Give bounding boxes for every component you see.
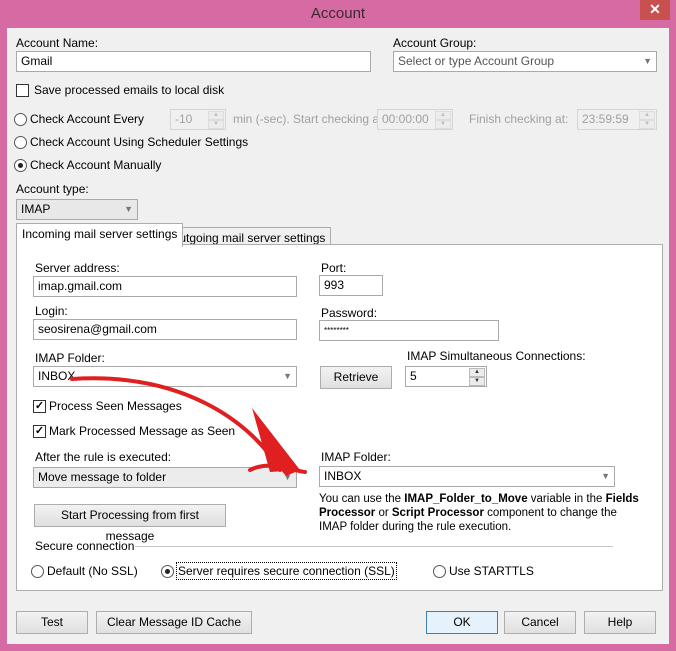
chevron-down-icon[interactable]: ▼ (283, 367, 292, 386)
after-rule-value: Move message to folder (38, 470, 167, 484)
imap-folder-combo[interactable]: INBOX ▼ (33, 366, 297, 387)
cancel-button[interactable]: Cancel (504, 611, 576, 634)
note-text: You can use the (319, 493, 405, 505)
login-label: Login: (35, 304, 68, 318)
account-type-label: Account type: (16, 182, 89, 196)
imap-folder-label: IMAP Folder: (35, 351, 105, 365)
process-seen-label: Process Seen Messages (49, 399, 182, 413)
finish-time-label: Finish checking at: (469, 112, 569, 126)
note-text: or (375, 507, 392, 519)
starttls-label: Use STARTTLS (449, 564, 534, 578)
account-group-label: Account Group: (393, 36, 477, 50)
mark-seen-label: Mark Processed Message as Seen (49, 424, 236, 438)
starttls-radio[interactable] (433, 565, 446, 578)
server-address-input[interactable]: imap.gmail.com (33, 276, 297, 297)
ok-button[interactable]: OK (426, 611, 498, 634)
move-folder-label: IMAP Folder: (321, 450, 391, 464)
manual-label: Check Account Manually (30, 158, 162, 172)
spin-up-icon[interactable]: ▲ (469, 368, 485, 377)
check-interval-value: -10 (175, 112, 193, 126)
port-input[interactable]: 993 (319, 275, 383, 296)
note-script-processor: Script Processor (391, 507, 484, 519)
connections-spin-buttons[interactable]: ▲ ▼ (469, 368, 485, 386)
ssl-none-radio[interactable] (31, 565, 44, 578)
secure-connection-divider (135, 546, 613, 547)
note-variable: IMAP_Folder_to_Move (404, 493, 528, 505)
help-button[interactable]: Help (584, 611, 656, 634)
ssl-none-label: Default (No SSL) (47, 564, 138, 578)
ssl-required-radio[interactable] (161, 565, 174, 578)
scheduler-radio[interactable] (14, 136, 27, 149)
move-folder-value: INBOX (324, 469, 362, 483)
spin-down-icon[interactable]: ▼ (435, 120, 451, 129)
spin-up-icon[interactable]: ▲ (639, 111, 655, 120)
retrieve-button[interactable]: Retrieve (320, 366, 392, 389)
password-label: Password: (321, 306, 378, 320)
spin-down-icon[interactable]: ▼ (469, 377, 485, 386)
after-rule-select[interactable]: Move message to folder ▼ (33, 467, 297, 488)
imap-folder-value: INBOX (38, 369, 76, 383)
interval-spin-buttons[interactable]: ▲ ▼ (208, 111, 224, 129)
start-time-value: 00:00:00 (382, 112, 429, 126)
close-icon: ✕ (649, 1, 661, 17)
after-rule-label: After the rule is executed: (35, 450, 172, 464)
chevron-down-icon[interactable]: ▼ (601, 467, 610, 486)
tab-incoming[interactable]: Incoming mail server settings (16, 223, 184, 247)
manual-radio[interactable] (14, 159, 27, 172)
save-local-checkbox[interactable] (16, 84, 29, 97)
server-address-label: Server address: (35, 261, 120, 275)
account-group-combo[interactable]: Select or type Account Group ▼ (393, 51, 657, 72)
mark-seen-checkbox[interactable]: ✓ (33, 425, 46, 438)
close-button[interactable]: ✕ (640, 0, 670, 20)
clear-cache-button[interactable]: Clear Message ID Cache (96, 611, 252, 634)
connections-value: 5 (410, 369, 417, 383)
chevron-down-icon[interactable]: ▼ (283, 468, 292, 487)
login-input[interactable]: seosirena@gmail.com (33, 319, 297, 340)
chevron-down-icon[interactable]: ▼ (643, 52, 652, 71)
spin-up-icon[interactable]: ▲ (435, 111, 451, 120)
window-title: Account (310, 5, 366, 22)
spin-down-icon[interactable]: ▼ (208, 120, 224, 129)
start-time-stepper[interactable]: 00:00:00 ▲ ▼ (377, 109, 453, 130)
connections-stepper[interactable]: 5 ▲ ▼ (405, 366, 487, 387)
spin-up-icon[interactable]: ▲ (208, 111, 224, 120)
start-processing-button[interactable]: Start Processing from first message (34, 504, 226, 543)
port-label: Port: (321, 261, 347, 275)
ssl-required-label: Server requires secure connection (SSL) (176, 562, 397, 580)
account-name-input[interactable]: Gmail (16, 51, 371, 72)
move-folder-note: You can use the IMAP_Folder_to_Move vari… (319, 492, 639, 534)
spin-down-icon[interactable]: ▼ (639, 120, 655, 129)
interval-unit-label: min (-sec). Start checking at: (233, 112, 386, 126)
save-local-label: Save processed emails to local disk (34, 83, 225, 97)
account-type-select[interactable]: IMAP ▼ (16, 199, 138, 220)
check-every-label: Check Account Every (30, 112, 145, 126)
finish-time-stepper[interactable]: 23:59:59 ▲ ▼ (577, 109, 657, 130)
account-name-label: Account Name: (16, 36, 99, 50)
secure-connection-label: Secure connection (35, 539, 135, 553)
finish-time-spin-buttons[interactable]: ▲ ▼ (639, 111, 655, 129)
incoming-settings-panel: Server address: imap.gmail.com Port: 993… (16, 244, 663, 591)
account-type-value: IMAP (21, 202, 51, 216)
start-time-spin-buttons[interactable]: ▲ ▼ (435, 111, 451, 129)
move-folder-combo[interactable]: INBOX ▼ (319, 466, 615, 487)
check-interval-stepper[interactable]: -10 ▲ ▼ (170, 109, 226, 130)
test-button[interactable]: Test (16, 611, 88, 634)
chevron-down-icon[interactable]: ▼ (124, 200, 133, 219)
note-text: variable in the (527, 493, 606, 505)
account-group-placeholder: Select or type Account Group (398, 54, 555, 68)
dialog-body: Account Name: Gmail Account Group: Selec… (7, 28, 669, 644)
connections-label: IMAP Simultaneous Connections: (407, 349, 586, 363)
process-seen-checkbox[interactable]: ✓ (33, 400, 46, 413)
password-input[interactable]: ******** (319, 320, 499, 341)
account-dialog: Account ✕ Account Name: Gmail Account Gr… (0, 0, 676, 651)
finish-time-value: 23:59:59 (582, 112, 629, 126)
check-every-radio[interactable] (14, 113, 27, 126)
scheduler-label: Check Account Using Scheduler Settings (30, 135, 249, 149)
